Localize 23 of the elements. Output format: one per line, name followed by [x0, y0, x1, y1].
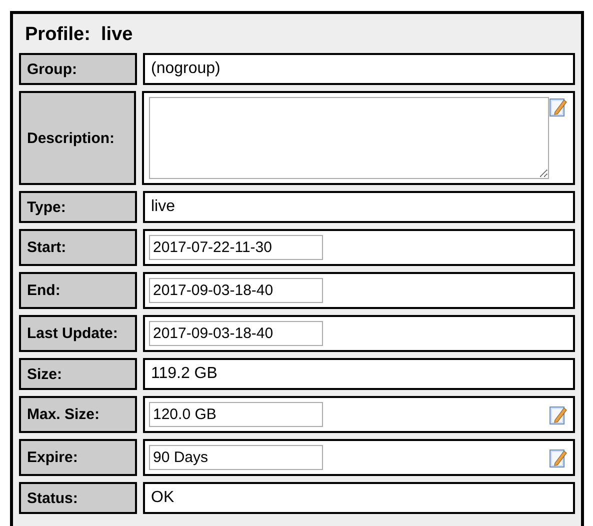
input-field[interactable]: 90 Days [149, 445, 323, 470]
input-field[interactable]: 2017-09-03-18-40 [149, 278, 323, 303]
field-label: Max. Size: [19, 396, 137, 433]
field-label: Start: [19, 229, 137, 266]
edit-icon[interactable] [549, 97, 567, 117]
field-value: 119.2 GB [150, 365, 218, 383]
field-label: Last Update: [19, 315, 137, 352]
field-label: Expire: [19, 439, 137, 476]
field-label: Group: [19, 53, 137, 85]
field-label: Size: [19, 358, 137, 390]
edit-icon[interactable] [549, 404, 567, 424]
field-label: Status: [19, 482, 137, 514]
input-field[interactable]: 2017-09-03-18-40 [149, 321, 323, 346]
field-label: Type: [19, 191, 137, 223]
field-value: (nogroup) [150, 60, 220, 78]
input-field[interactable]: 2017-07-22-11-30 [149, 235, 323, 260]
field-label: End: [19, 272, 137, 309]
field-value: live [150, 198, 176, 216]
field-value: OK [150, 489, 174, 507]
field-label: Description: [19, 91, 136, 185]
profile-title: Profile: live [24, 23, 134, 47]
input-field[interactable]: 120.0 GB [149, 402, 323, 427]
edit-icon[interactable] [549, 448, 567, 468]
